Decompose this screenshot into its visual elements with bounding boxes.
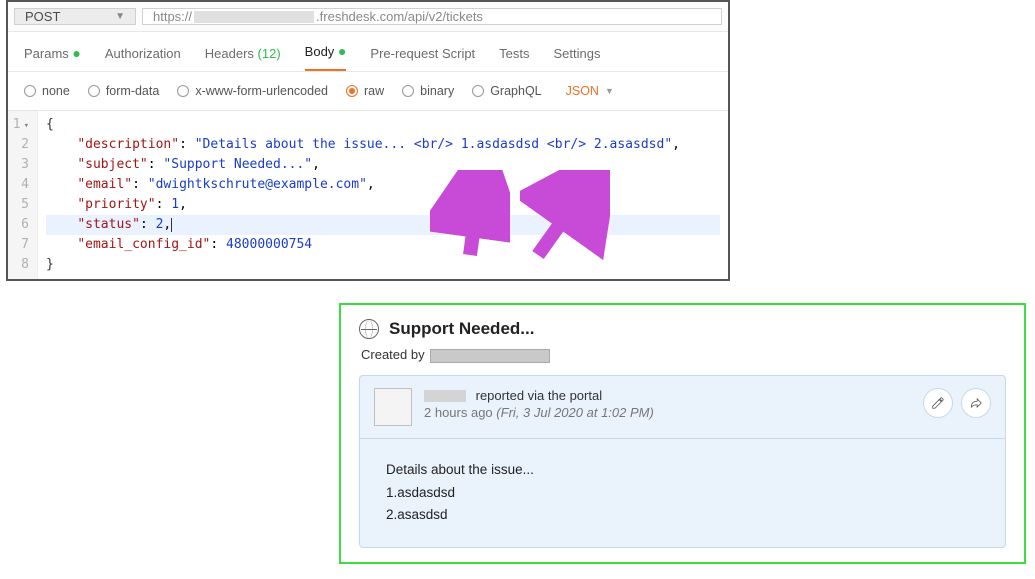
text-cursor <box>171 218 172 232</box>
tab-headers[interactable]: Headers (12) <box>205 46 281 71</box>
redacted-reporter <box>424 390 466 402</box>
tab-params[interactable]: Params ● <box>24 46 81 71</box>
avatar <box>374 388 412 426</box>
content-type-select[interactable]: JSON ▼ <box>566 84 614 98</box>
ticket-meta-text: reported via the portal 2 hours ago (Fri… <box>424 388 654 420</box>
body-type-row: none form-data x-www-form-urlencoded raw… <box>8 72 728 111</box>
radio-binary[interactable]: binary <box>402 84 454 98</box>
ticket-header: Support Needed... <box>359 319 1006 339</box>
code-area[interactable]: { "description": "Details about the issu… <box>38 111 728 279</box>
ticket-title: Support Needed... <box>389 319 534 339</box>
redacted-domain <box>194 11 314 23</box>
redacted-name <box>430 349 550 363</box>
api-client-panel: POST ▼ https:// .freshdesk.com/api/v2/ti… <box>6 0 730 281</box>
chevron-down-icon: ▼ <box>115 11 125 22</box>
ticket-content: Details about the issue... 1.asdasdsd 2.… <box>360 439 1005 548</box>
radio-raw[interactable]: raw <box>346 84 384 98</box>
url-suffix: .freshdesk.com/api/v2/tickets <box>316 9 483 24</box>
chevron-down-icon: ▼ <box>605 86 614 96</box>
content-line: Details about the issue... <box>386 459 979 482</box>
content-line: 1.asdasdsd <box>386 482 979 505</box>
globe-icon <box>359 319 379 339</box>
content-line: 2.asasdsd <box>386 504 979 527</box>
ticket-card: Support Needed... Created by reported vi… <box>339 303 1026 564</box>
dot-icon: ● <box>72 45 80 61</box>
url-input[interactable]: https:// .freshdesk.com/api/v2/tickets <box>142 8 722 25</box>
request-tabs: Params ● Authorization Headers (12) Body… <box>8 32 728 72</box>
tab-authorization[interactable]: Authorization <box>105 46 181 71</box>
request-row: POST ▼ https:// .freshdesk.com/api/v2/ti… <box>8 2 728 32</box>
forward-icon <box>969 396 983 410</box>
radio-graphql[interactable]: GraphQL <box>472 84 541 98</box>
ticket-created-by: Created by <box>361 347 1006 363</box>
json-editor[interactable]: 1▾ 2 3 4 5 6 7 8 { "description": "Detai… <box>8 111 728 279</box>
edit-button[interactable] <box>923 388 953 418</box>
ticket-actions <box>923 388 991 418</box>
dot-icon: ● <box>338 43 346 59</box>
url-prefix: https:// <box>153 9 192 24</box>
pencil-icon <box>931 396 945 410</box>
method-select[interactable]: POST ▼ <box>14 8 136 25</box>
radio-none[interactable]: none <box>24 84 70 98</box>
reported-via: reported via the portal <box>476 388 602 403</box>
ticket-meta: reported via the portal 2 hours ago (Fri… <box>360 376 1005 439</box>
tab-tests[interactable]: Tests <box>499 46 529 71</box>
line-gutter: 1▾ 2 3 4 5 6 7 8 <box>8 111 38 279</box>
radio-urlencoded[interactable]: x-www-form-urlencoded <box>177 84 328 98</box>
tab-body[interactable]: Body ● <box>305 44 347 71</box>
headers-count: (12) <box>258 46 281 61</box>
radio-form-data[interactable]: form-data <box>88 84 160 98</box>
method-label: POST <box>25 9 60 24</box>
time-absolute: (Fri, 3 Jul 2020 at 1:02 PM) <box>496 405 654 420</box>
forward-button[interactable] <box>961 388 991 418</box>
tab-settings[interactable]: Settings <box>554 46 601 71</box>
time-relative: 2 hours ago <box>424 405 493 420</box>
ticket-body: reported via the portal 2 hours ago (Fri… <box>359 375 1006 549</box>
tab-prerequest[interactable]: Pre-request Script <box>370 46 475 71</box>
